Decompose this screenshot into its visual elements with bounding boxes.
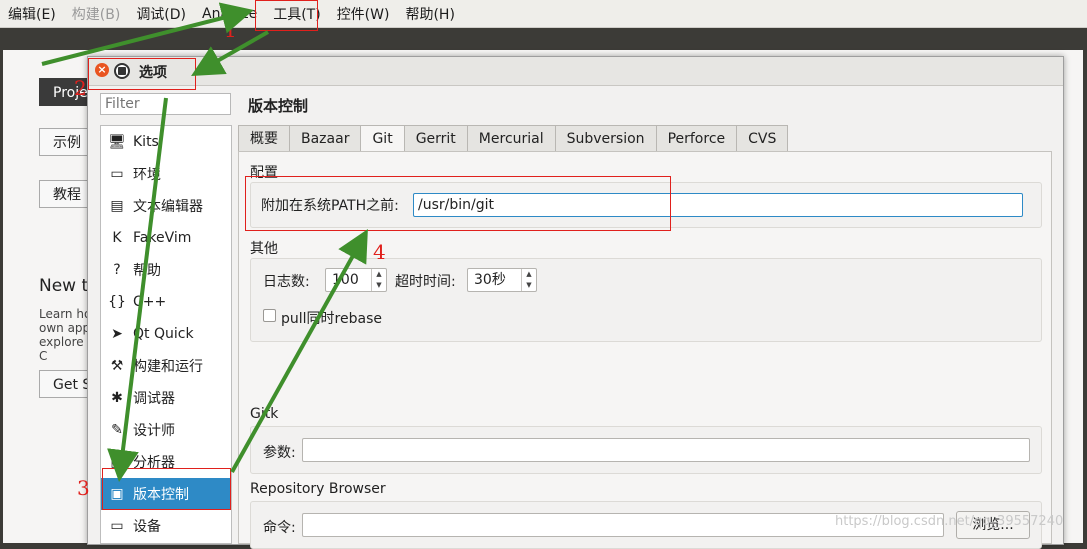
arrow-to-path-field <box>230 229 368 473</box>
watermark: https://blog.csdn.net/qq_39557240 <box>835 514 1064 529</box>
arrow-to-version-control <box>107 97 168 482</box>
arrow-to-tools-menu <box>41 2 254 66</box>
arrow-to-options-dialog <box>191 30 269 76</box>
annotation-arrows <box>41 2 368 482</box>
